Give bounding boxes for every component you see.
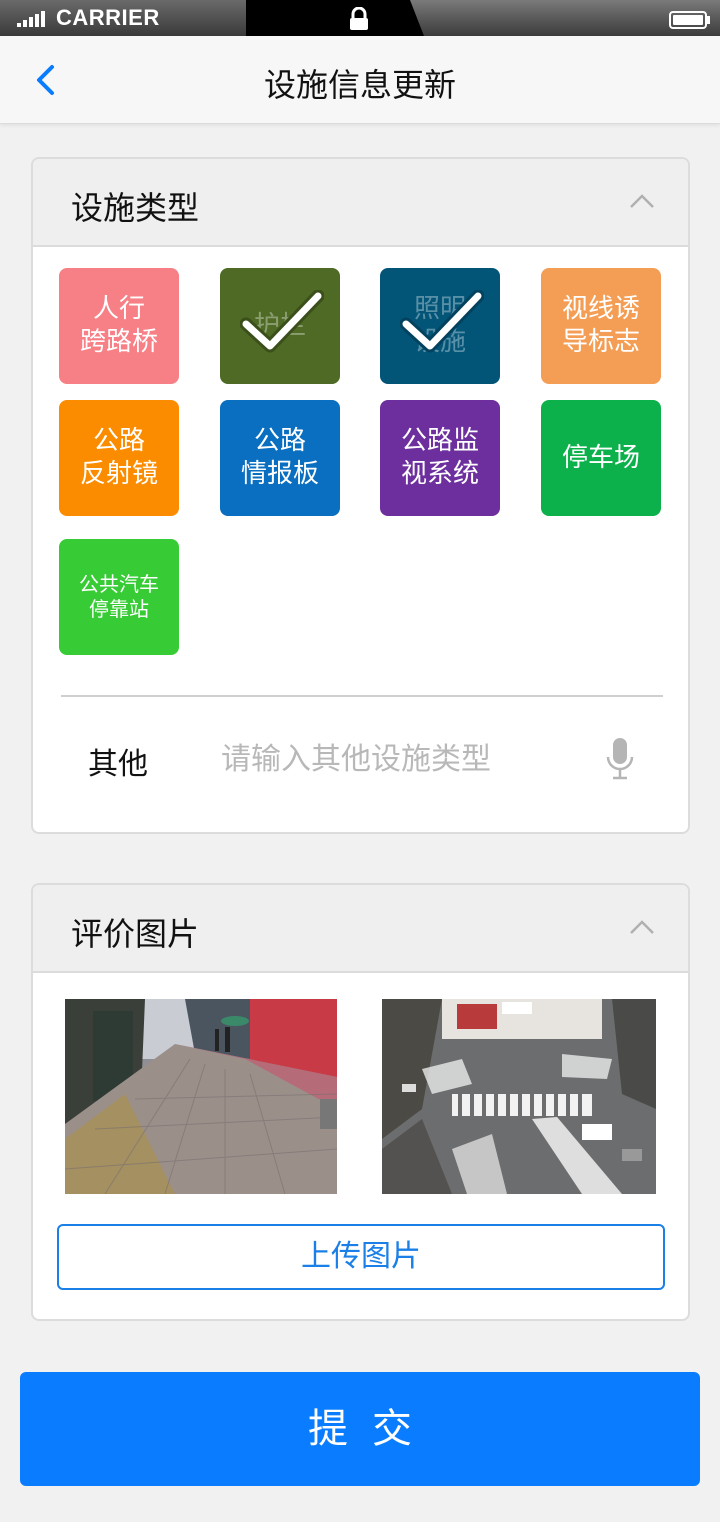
- tile-label: 视线诱 导标志: [561, 294, 640, 357]
- lock-icon: [350, 7, 368, 30]
- photos-header[interactable]: 评价图片: [33, 885, 688, 973]
- page-title: 设施信息更新: [263, 66, 456, 104]
- sidewalk-photo[interactable]: [65, 999, 337, 1194]
- photos-title: 评价图片: [71, 915, 200, 953]
- checkmark-icon: [400, 290, 484, 353]
- tile-label: 公共汽车 停靠站: [79, 572, 159, 621]
- submit-button[interactable]: 提交: [20, 1372, 700, 1486]
- facility-tile-parking-lot[interactable]: 停车场: [541, 400, 661, 516]
- facility-tile-guardrail[interactable]: 护栏: [220, 268, 340, 384]
- facility-tile-delineator-sign[interactable]: 视线诱 导标志: [541, 268, 661, 384]
- facility-type-header[interactable]: 设施类型: [33, 159, 688, 247]
- microphone-icon[interactable]: [606, 737, 634, 781]
- tile-label: 公路 反射镜: [79, 426, 158, 489]
- chevron-up-icon[interactable]: [628, 915, 656, 939]
- tile-label: 公路监 视系统: [400, 426, 479, 489]
- facility-tile-info-board[interactable]: 公路 情报板: [220, 400, 340, 516]
- divider: [61, 695, 663, 697]
- crosswalk-intersection-photo[interactable]: [382, 999, 656, 1194]
- facility-type-card: 设施类型 人行 跨路桥 护栏 照明 设施 视线诱 导标志 公路 反射镜 公路 情…: [31, 157, 690, 834]
- carrier-name: CARRIER: [56, 5, 160, 30]
- upload-photo-button[interactable]: 上传图片: [57, 1224, 665, 1290]
- facility-tile-lighting[interactable]: 照明 设施: [380, 268, 500, 384]
- chevron-up-icon[interactable]: [628, 189, 656, 213]
- tile-label: 人行 跨路桥: [79, 294, 158, 357]
- facility-tile-bus-stop[interactable]: 公共汽车 停靠站: [59, 539, 179, 655]
- facility-tile-monitoring-system[interactable]: 公路监 视系统: [380, 400, 500, 516]
- battery-icon: [669, 11, 710, 29]
- status-bar: CARRIER: [0, 0, 720, 36]
- navigation-bar: 设施信息更新: [0, 36, 720, 124]
- tile-label: 公路 情报板: [240, 426, 319, 489]
- tile-label: 停车场: [561, 442, 640, 473]
- signal-icon: [17, 11, 51, 27]
- other-facility-input[interactable]: [221, 735, 561, 783]
- checkmark-icon: [240, 290, 324, 353]
- facility-type-title: 设施类型: [71, 189, 200, 227]
- photos-card: 评价图片 上传图片: [31, 883, 690, 1321]
- facility-tile-road-mirror[interactable]: 公路 反射镜: [59, 400, 179, 516]
- facility-tile-pedestrian-bridge[interactable]: 人行 跨路桥: [59, 268, 179, 384]
- other-label: 其他: [88, 747, 148, 782]
